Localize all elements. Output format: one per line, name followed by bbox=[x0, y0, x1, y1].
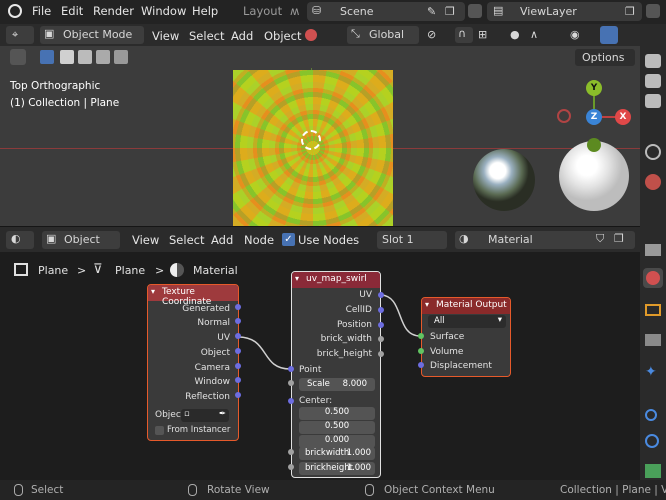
socket-center-in[interactable] bbox=[288, 398, 294, 404]
scene-tab-icon[interactable] bbox=[645, 144, 661, 160]
socket-displacement-in[interactable] bbox=[418, 362, 424, 368]
chevron-down-icon: ▾ bbox=[497, 315, 502, 325]
collapse-icon[interactable]: ▾ bbox=[295, 274, 299, 283]
node-header[interactable]: ▾ Texture Coordinate bbox=[148, 285, 238, 307]
socket-brick-height-out[interactable] bbox=[378, 351, 384, 357]
socket-brick-width-out[interactable] bbox=[378, 336, 384, 342]
node-header[interactable]: ▾ uv_map_swirl bbox=[292, 272, 380, 288]
from-instancer-label: From Instancer bbox=[167, 425, 231, 435]
material-output-node[interactable]: ▾ Material Output All ▾ Surface Volume D… bbox=[421, 297, 511, 377]
viewlayer-close-icon[interactable] bbox=[646, 4, 660, 18]
brickwidth-field[interactable]: brickwidth 1.000 bbox=[299, 447, 375, 460]
input-volume: Volume bbox=[430, 347, 464, 357]
output-tab-icon[interactable] bbox=[645, 74, 661, 88]
center-y-field[interactable]: 0.500 bbox=[299, 421, 375, 434]
collection-tab-icon[interactable] bbox=[645, 244, 661, 256]
brickheight-field[interactable]: brickheight 1.000 bbox=[299, 462, 375, 475]
socket-volume-in[interactable] bbox=[418, 348, 424, 354]
output-brick-height: brick_height bbox=[316, 349, 372, 359]
output-position: Position bbox=[336, 320, 372, 330]
socket-cellid-out[interactable] bbox=[378, 307, 384, 313]
status-select: Select bbox=[31, 484, 64, 496]
texture-coordinate-node[interactable]: ▾ Texture Coordinate Generated Normal UV… bbox=[147, 284, 239, 441]
status-bar: Select Rotate View Object Context Menu C… bbox=[0, 480, 666, 500]
socket-brickheight-in[interactable] bbox=[288, 464, 294, 470]
output-uv: UV bbox=[217, 333, 230, 343]
output-object: Object bbox=[200, 348, 230, 358]
socket-normal[interactable] bbox=[235, 318, 241, 324]
socket-scale-in[interactable] bbox=[288, 380, 294, 386]
center-label: Center: bbox=[299, 396, 333, 406]
input-surface: Surface bbox=[430, 332, 465, 342]
eyedropper-icon[interactable]: ✒ bbox=[219, 409, 226, 419]
output-cellid: CellID bbox=[345, 305, 372, 315]
output-normal: Normal bbox=[197, 318, 230, 328]
output-brick-width: brick_width bbox=[320, 334, 372, 344]
output-camera: Camera bbox=[194, 363, 230, 373]
node-title: uv_map_swirl bbox=[306, 274, 367, 284]
status-context: Object Context Menu bbox=[384, 484, 495, 496]
particles-tab-icon[interactable]: ✦ bbox=[645, 364, 661, 380]
socket-generated[interactable] bbox=[235, 304, 241, 310]
center-x-field[interactable]: 0.500 bbox=[299, 407, 375, 420]
view-layer-tab-icon[interactable] bbox=[645, 94, 661, 108]
link-uv-surface bbox=[379, 294, 421, 337]
input-displacement: Displacement bbox=[430, 361, 492, 371]
properties-tab-column: ✦ bbox=[640, 24, 666, 500]
socket-brickwidth-in[interactable] bbox=[288, 449, 294, 455]
uv-map-swirl-node[interactable]: ▾ uv_map_swirl UV CellID Position brick_… bbox=[291, 271, 381, 478]
socket-window[interactable] bbox=[235, 377, 241, 383]
socket-camera[interactable] bbox=[235, 363, 241, 369]
physics-tab-icon[interactable] bbox=[645, 409, 657, 421]
scale-field[interactable]: Scale 8.000 bbox=[299, 378, 375, 391]
render-tab-icon[interactable] bbox=[645, 54, 661, 68]
output-uv: UV bbox=[359, 290, 372, 300]
target-dropdown[interactable]: All ▾ bbox=[428, 315, 506, 328]
from-instancer-checkbox[interactable] bbox=[155, 426, 164, 435]
material-tab-icon[interactable] bbox=[643, 268, 663, 288]
mouse-middle-icon bbox=[188, 484, 197, 496]
mouse-left-icon bbox=[14, 484, 23, 496]
object-picker[interactable]: ▫ ✒ bbox=[181, 409, 229, 422]
output-generated: Generated bbox=[182, 304, 230, 314]
status-info: Collection | Plane | Vert bbox=[560, 484, 666, 496]
object-icon: ▫ bbox=[184, 409, 190, 419]
socket-surface-in[interactable] bbox=[418, 333, 424, 339]
link-uv-point bbox=[237, 336, 291, 370]
object-tab-icon[interactable] bbox=[645, 304, 661, 316]
socket-uv[interactable] bbox=[235, 333, 241, 339]
socket-uv-out[interactable] bbox=[378, 292, 384, 298]
socket-reflection[interactable] bbox=[235, 392, 241, 398]
constraints-tab-icon[interactable] bbox=[645, 434, 659, 448]
data-tab-icon[interactable] bbox=[645, 464, 661, 478]
mouse-right-icon bbox=[365, 484, 374, 496]
collapse-icon[interactable]: ▾ bbox=[151, 287, 155, 296]
point-input-label: Point bbox=[299, 365, 322, 375]
world-tab-icon[interactable] bbox=[645, 174, 661, 190]
status-rotate: Rotate View bbox=[207, 484, 270, 496]
output-reflection: Reflection bbox=[185, 392, 230, 402]
socket-position-out[interactable] bbox=[378, 322, 384, 328]
socket-object[interactable] bbox=[235, 348, 241, 354]
collapse-icon[interactable]: ▾ bbox=[425, 300, 429, 309]
output-window: Window bbox=[194, 377, 231, 387]
socket-point-in[interactable] bbox=[288, 366, 294, 372]
node-title: Material Output bbox=[436, 300, 507, 310]
node-header[interactable]: ▾ Material Output bbox=[422, 298, 510, 314]
modifier-tab-icon[interactable] bbox=[645, 334, 661, 346]
